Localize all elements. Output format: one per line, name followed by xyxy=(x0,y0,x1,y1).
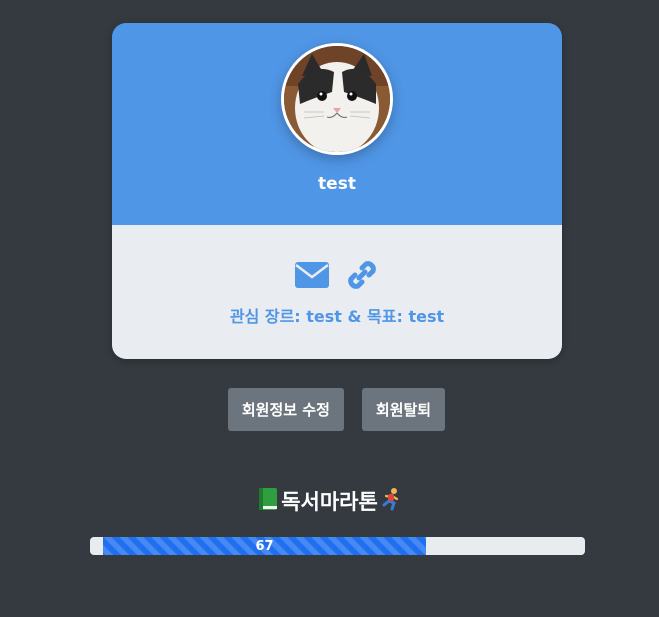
marathon-progress: 67 xyxy=(90,537,585,555)
interest-goal-text: 관심 장르: test & 목표: test xyxy=(229,307,445,326)
contact-icon-row xyxy=(112,258,562,292)
profile-card-header: test xyxy=(112,23,562,225)
cat-photo-icon xyxy=(284,46,390,152)
withdraw-button[interactable]: 회원탈퇴 xyxy=(361,388,446,431)
marathon-title: 독서마라톤 xyxy=(281,490,378,514)
edit-profile-button[interactable]: 회원정보 수정 xyxy=(227,388,344,431)
envelope-icon[interactable] xyxy=(294,258,330,292)
green-book-icon xyxy=(257,487,279,516)
account-actions: 회원정보 수정 회원탈퇴 xyxy=(0,388,659,431)
marathon-heading: 독서마라톤 xyxy=(0,486,659,516)
runner-icon xyxy=(380,487,402,516)
avatar xyxy=(281,43,393,155)
profile-username: test xyxy=(318,174,356,194)
profile-card-body: 관심 장르: test & 목표: test xyxy=(112,225,562,359)
link-icon[interactable] xyxy=(344,258,380,292)
marathon-progress-bar: 67 xyxy=(103,537,426,555)
profile-card: test 관심 장르: test & 목표: test xyxy=(112,23,562,359)
